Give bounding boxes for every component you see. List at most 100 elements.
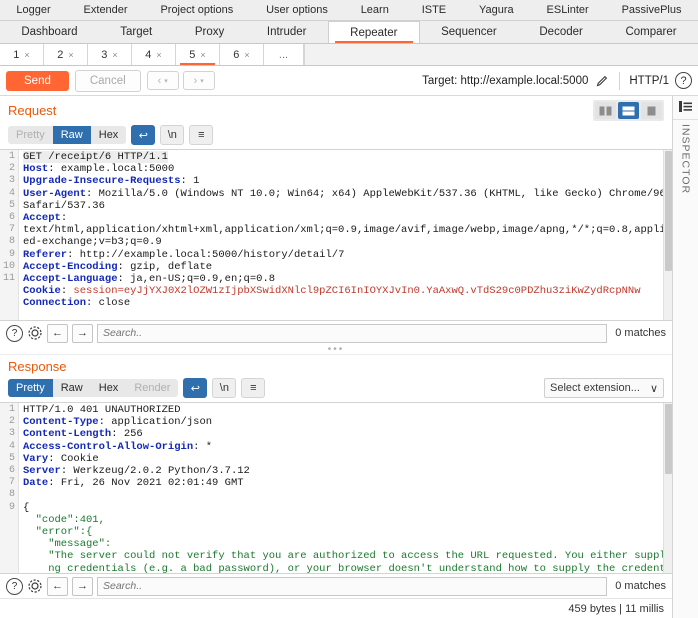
request-view-hex[interactable]: Hex bbox=[90, 126, 127, 144]
panel-icon[interactable] bbox=[678, 100, 693, 113]
menu-item-passiveplus[interactable]: PassivePlus bbox=[605, 0, 698, 20]
menu-item-label: Repeater bbox=[350, 26, 398, 39]
response-code[interactable]: HTTP/1.0 401 UNAUTHORIZED Content-Type: … bbox=[19, 403, 663, 573]
header-value: example.local:5000 bbox=[54, 163, 175, 176]
menu-item-yagura[interactable]: Yagura bbox=[463, 0, 531, 20]
menu-item-label: Decoder bbox=[539, 26, 583, 38]
http-version-label[interactable]: HTTP/1 bbox=[629, 75, 669, 87]
help-icon[interactable]: ? bbox=[675, 72, 692, 89]
history-back-button[interactable]: ‹ ▾ bbox=[146, 71, 179, 90]
chevron-left-icon: ‹ bbox=[157, 74, 162, 87]
help-icon[interactable]: ? bbox=[6, 324, 23, 342]
close-icon[interactable]: × bbox=[112, 50, 117, 60]
history-forward-button[interactable]: › ▾ bbox=[182, 71, 215, 90]
menu-item-project-options[interactable]: Project options bbox=[144, 0, 250, 20]
menu-item-decoder[interactable]: Decoder bbox=[518, 21, 604, 43]
repeater-tab-1[interactable]: 1 × bbox=[0, 44, 44, 65]
pencil-icon[interactable] bbox=[594, 73, 610, 89]
menu-item-proxy[interactable]: Proxy bbox=[174, 21, 246, 43]
word-wrap-icon[interactable]: ↩ bbox=[131, 125, 156, 145]
pane-resize-handle[interactable]: ••• bbox=[0, 344, 672, 355]
close-icon[interactable]: × bbox=[200, 50, 205, 60]
menu-item-target[interactable]: Target bbox=[99, 21, 174, 43]
request-view-pretty[interactable]: Pretty bbox=[8, 126, 53, 144]
search-prev-icon[interactable]: ← bbox=[47, 323, 68, 343]
send-button[interactable]: Send bbox=[6, 70, 69, 91]
menu-item-dashboard[interactable]: Dashboard bbox=[0, 21, 99, 43]
request-view-bar: Pretty Raw Hex ↩ \n ≡ bbox=[0, 123, 672, 149]
request-view-mode-group: Pretty Raw Hex bbox=[8, 126, 127, 144]
menu-item-label: User options bbox=[266, 4, 328, 16]
message-panes: Request Pretty Raw Hex ↩ \n ≡ 1 2 3 4 5 … bbox=[0, 96, 672, 618]
response-line-7: Date: Fri, 26 Nov 2021 02:01:49 GMT bbox=[23, 477, 244, 490]
show-newlines-icon[interactable]: \n bbox=[212, 378, 237, 398]
response-search-input[interactable] bbox=[97, 576, 608, 596]
menu-item-label: Dashboard bbox=[21, 26, 78, 38]
scroll-thumb[interactable] bbox=[665, 151, 672, 271]
request-search-input[interactable] bbox=[97, 323, 608, 343]
close-icon[interactable]: × bbox=[68, 50, 73, 60]
close-icon[interactable]: × bbox=[244, 50, 249, 60]
menu-item-logger[interactable]: Logger bbox=[0, 0, 67, 20]
request-line-5-cont-b: ed-exchange;v=b3;q=0.9 bbox=[23, 236, 162, 248]
response-vertical-scrollbar[interactable] bbox=[663, 403, 672, 573]
cancel-button[interactable]: Cancel bbox=[74, 69, 141, 92]
menu-item-learn[interactable]: Learn bbox=[344, 0, 405, 20]
gear-icon[interactable] bbox=[27, 578, 43, 594]
menu-item-eslinter[interactable]: ESLinter bbox=[530, 0, 605, 20]
repeater-tab-overflow[interactable]: ... bbox=[264, 44, 304, 65]
close-icon[interactable]: × bbox=[156, 50, 161, 60]
menu-item-user-options[interactable]: User options bbox=[250, 0, 345, 20]
gutter-lines: 1 2 3 4 5 6 7 8 9 10 11 bbox=[2, 151, 15, 285]
response-view-raw[interactable]: Raw bbox=[52, 379, 91, 397]
json-line: "code":401, bbox=[23, 513, 105, 526]
search-next-icon[interactable]: → bbox=[72, 576, 93, 596]
request-editor[interactable]: 1 2 3 4 5 6 7 8 9 10 11 GET /receipt/6 H… bbox=[0, 149, 672, 321]
target-label: Target: http://example.local:5000 bbox=[422, 74, 589, 87]
json-line: ng credentials (e.g. a bad password), or… bbox=[48, 562, 663, 573]
word-wrap-icon[interactable]: ↩ bbox=[183, 378, 208, 398]
header-value: gzip, deflate bbox=[123, 260, 213, 273]
layout-vertical-split-button[interactable] bbox=[595, 102, 616, 119]
search-next-icon[interactable]: → bbox=[72, 323, 93, 343]
repeater-tab-label: 6 bbox=[233, 48, 240, 61]
menu-item-comparer[interactable]: Comparer bbox=[604, 21, 698, 43]
menu-item-iste[interactable]: ISTE bbox=[405, 0, 462, 20]
repeater-tab-4[interactable]: 4 × bbox=[132, 44, 176, 65]
menu-item-extender[interactable]: Extender bbox=[67, 0, 144, 20]
response-editor[interactable]: 1 2 3 4 5 6 7 8 9 HTTP/1.0 401 UNAUTHORI… bbox=[0, 402, 672, 574]
response-view-render[interactable]: Render bbox=[126, 379, 179, 397]
menu-item-repeater[interactable]: Repeater bbox=[327, 21, 420, 43]
response-stats: 459 bytes | 11 millis bbox=[568, 602, 664, 615]
request-line-5-cont-a: text/html,application/xhtml+xml,applicat… bbox=[23, 224, 663, 236]
header-name: Accept-Encoding bbox=[23, 260, 118, 273]
response-line-json-error: "error":{ bbox=[23, 526, 93, 538]
gear-icon[interactable] bbox=[27, 325, 43, 341]
repeater-tab-6[interactable]: 6 × bbox=[220, 44, 264, 65]
search-prev-icon[interactable]: ← bbox=[47, 576, 68, 596]
request-code[interactable]: GET /receipt/6 HTTP/1.1 Host: example.lo… bbox=[19, 150, 663, 320]
layout-single-pane-button[interactable] bbox=[641, 102, 662, 119]
repeater-tab-2[interactable]: 2 × bbox=[44, 44, 88, 65]
request-vertical-scrollbar[interactable] bbox=[663, 150, 672, 320]
scroll-thumb[interactable] bbox=[665, 404, 672, 474]
repeater-tab-5[interactable]: 5 × bbox=[176, 44, 220, 65]
menu-item-intruder[interactable]: Intruder bbox=[246, 21, 328, 43]
layout-horizontal-split-button[interactable] bbox=[618, 102, 639, 119]
request-view-raw[interactable]: Raw bbox=[52, 126, 91, 144]
show-newlines-icon[interactable]: \n bbox=[160, 125, 185, 145]
repeater-tab-3[interactable]: 3 × bbox=[88, 44, 132, 65]
request-menu-icon[interactable]: ≡ bbox=[189, 125, 214, 145]
close-icon[interactable]: × bbox=[24, 50, 29, 60]
request-gutter: 1 2 3 4 5 6 7 8 9 10 11 bbox=[0, 150, 19, 320]
history-nav-group: ‹ ▾ › ▾ bbox=[146, 71, 215, 90]
header-value: http://example.local:5000/history/detail… bbox=[73, 248, 345, 261]
response-view-hex[interactable]: Hex bbox=[90, 379, 127, 397]
response-view-pretty[interactable]: Pretty bbox=[8, 379, 53, 397]
select-extension-dropdown[interactable]: Select extension... ∨ bbox=[544, 378, 664, 398]
menu-item-sequencer[interactable]: Sequencer bbox=[420, 21, 518, 43]
inspector-panel[interactable]: INSPECTOR bbox=[672, 96, 698, 618]
burp-repeater-window: Logger Extender Project options User opt… bbox=[0, 0, 698, 618]
help-icon[interactable]: ? bbox=[6, 577, 23, 595]
response-menu-icon[interactable]: ≡ bbox=[241, 378, 266, 398]
